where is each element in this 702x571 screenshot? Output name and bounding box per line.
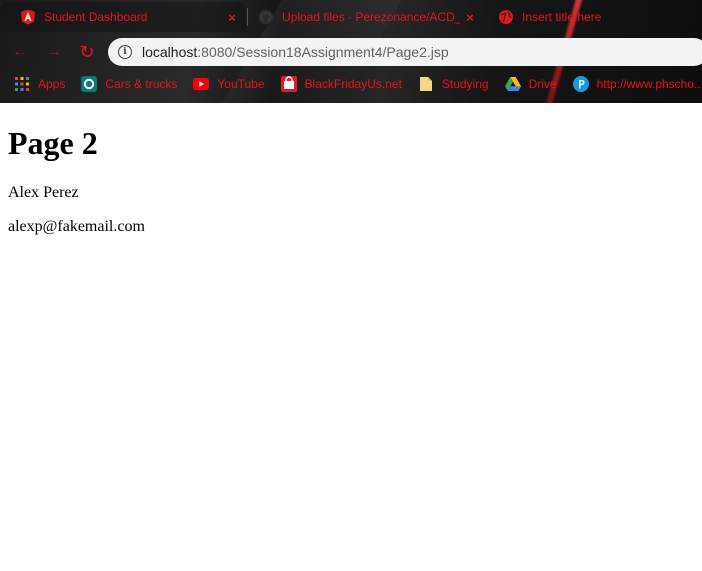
cars-icon <box>81 76 98 92</box>
globe-icon <box>498 9 514 25</box>
info-icon[interactable]: i <box>118 45 132 59</box>
bookmark-label: http://www.phscho... <box>596 77 702 91</box>
bookmark-label: Apps <box>38 77 66 91</box>
close-icon[interactable]: × <box>462 9 478 25</box>
arrow-left-icon: ← <box>12 43 28 60</box>
url-path: :8080/Session18Assignment4/Page2.jsp <box>197 44 449 60</box>
bookmarks-bar: Apps Cars & trucks YouTube BlackFridayUs… <box>0 70 702 98</box>
user-name: Alex Perez <box>8 184 79 201</box>
folder-icon <box>418 76 434 92</box>
arrow-right-icon: → <box>46 43 62 60</box>
apps-grid-icon <box>14 76 30 92</box>
bookmark-studying[interactable]: Studying <box>418 76 489 92</box>
github-icon <box>258 9 274 25</box>
url-host: localhost <box>142 44 198 60</box>
browser-chrome: Student Dashboard × Upload files · Perez… <box>0 0 702 103</box>
bookmark-cars-trucks[interactable]: Cars & trucks <box>81 76 177 92</box>
user-email: alexp@fakemail.com <box>8 218 145 235</box>
tab-strip: Student Dashboard × Upload files · Perez… <box>0 0 702 34</box>
back-button[interactable]: ← <box>8 40 32 64</box>
bookmark-blackfriday[interactable]: BlackFridayUs.net <box>280 76 402 92</box>
reload-button[interactable]: ↻ <box>75 40 99 64</box>
bookmark-phschool[interactable]: http://www.phscho... <box>572 76 702 92</box>
bookmark-label: BlackFridayUs.net <box>304 77 402 91</box>
address-bar[interactable]: i localhost:8080/Session18Assignment4/Pa… <box>108 38 702 66</box>
page-content: Page 2 Alex Perez alexp@fakemail.com <box>8 103 698 236</box>
tab-student-dashboard[interactable]: Student Dashboard × <box>0 2 246 32</box>
bookmark-label: Studying <box>441 77 489 91</box>
bookmark-drive[interactable]: Drive <box>504 76 557 92</box>
bookmark-apps[interactable]: Apps <box>14 76 65 92</box>
drive-icon <box>504 76 521 92</box>
forward-button[interactable]: → <box>42 40 66 64</box>
tab-title: Student Dashboard <box>44 10 148 24</box>
pearson-icon <box>572 76 589 92</box>
tab-insert-title[interactable]: Insert title here <box>478 2 702 32</box>
bookmark-label: YouTube <box>217 77 265 91</box>
bookmark-label: Drive <box>528 77 557 91</box>
page-title: Page 2 <box>8 125 98 161</box>
reload-icon: ↻ <box>79 41 95 62</box>
tab-title: Insert title here <box>522 10 602 24</box>
tab-upload-files[interactable]: Upload files · Perezonance/ACD_ × <box>238 2 484 32</box>
blackfriday-icon <box>280 76 297 92</box>
url-text[interactable]: localhost:8080/Session18Assignment4/Page… <box>142 44 449 60</box>
bookmark-youtube[interactable]: YouTube <box>193 76 265 92</box>
bookmark-label: Cars & trucks <box>105 77 178 91</box>
angular-icon <box>20 9 36 25</box>
toolbar: ← → ↻ i localhost:8080/Session18Assignme… <box>0 34 702 70</box>
youtube-icon <box>193 76 210 92</box>
tab-title: Upload files · Perezonance/ACD_ <box>282 10 460 24</box>
